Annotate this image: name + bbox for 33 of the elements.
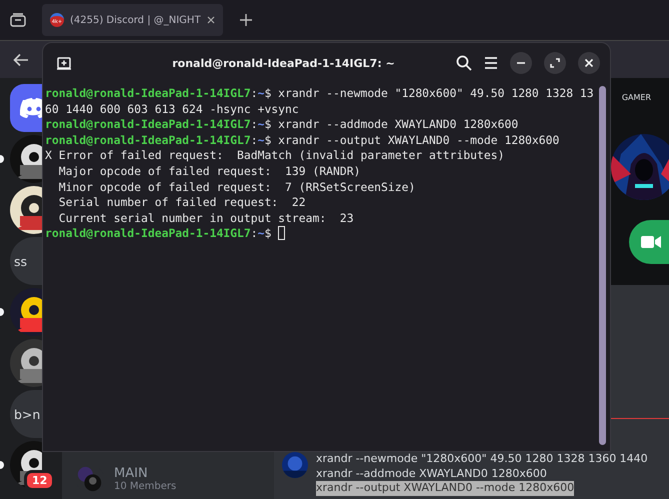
terminal-line: X Error of failed request: BadMatch (invalid parameter attributes) — [45, 148, 504, 164]
terminal-line: Minor opcode of failed request: 7 (RRSetScreenSize) — [58, 180, 416, 196]
close-button[interactable] — [578, 52, 600, 74]
channel-name: MAIN — [114, 466, 149, 480]
server-icon[interactable]: b>n — [10, 390, 42, 438]
tab-list-icon[interactable] — [10, 13, 26, 27]
channel-item[interactable]: MAIN 10 Members — [62, 463, 274, 495]
message-text: xrandr --addmode XWAYLAND0 1280x600 — [316, 466, 547, 481]
search-icon[interactable] — [456, 55, 472, 71]
server-icon[interactable]: ss — [10, 237, 42, 285]
message-text: xrandr --newmode "1280x600" 49.50 1280 1328 1360 1440 — [316, 452, 648, 466]
profile-name: GAMER — [622, 93, 651, 102]
terminal-line: Serial number of failed request: 22 — [58, 195, 306, 211]
minimize-button[interactable] — [510, 52, 532, 74]
maximize-button[interactable] — [544, 52, 566, 74]
terminal-line: ronald@ronald-IdeaPad-1-14IGL7:~$ — [45, 226, 272, 242]
discord-logo-icon[interactable] — [10, 84, 42, 132]
scrollbar[interactable] — [599, 86, 606, 445]
video-camera-icon — [641, 235, 661, 249]
terminal-line: Current serial number in output stream: 23 — [58, 210, 354, 226]
back-icon[interactable] — [13, 52, 29, 66]
menu-icon[interactable] — [484, 57, 498, 69]
close-icon[interactable] — [206, 16, 215, 24]
terminal-line: Major opcode of failed request: 139 (RANDR) — [58, 164, 360, 180]
video-call-button[interactable] — [629, 220, 669, 264]
member-count: 10 Members — [114, 480, 176, 492]
terminal-line: ronald@ronald-IdeaPad-1-14IGL7:~$ xrandr --output XWAYLAND0 --mode 1280x600 — [45, 132, 560, 148]
message-text: xrandr --output XWAYLAND0 --mode 1280x600 — [316, 481, 574, 496]
expand-icon — [550, 58, 560, 68]
terminal-line: ronald@ronald-IdeaPad-1-14IGL7:~$ xrandr --addmode XWAYLAND0 1280x600 — [45, 117, 518, 133]
window-title: ronald@ronald-IdeaPad-1-14IGL7: ~ — [171, 56, 396, 70]
close-icon — [584, 58, 594, 68]
new-tab-icon[interactable] — [238, 13, 253, 27]
